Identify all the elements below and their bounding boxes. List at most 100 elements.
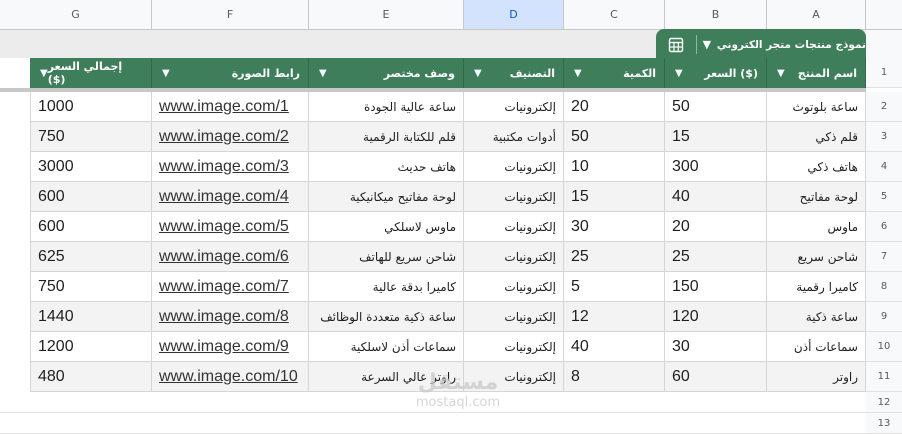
cell-qty[interactable]: 20 [564, 92, 665, 122]
cell-total[interactable]: 3000 [30, 152, 152, 182]
cell-total[interactable]: 625 [30, 242, 152, 272]
cell-image[interactable]: www.image.com/9 [152, 332, 309, 362]
column-header-a[interactable]: A [767, 0, 866, 30]
cell-image[interactable]: www.image.com/6 [152, 242, 309, 272]
cell-category[interactable]: إلكترونيات [464, 302, 564, 332]
header-cell-name[interactable]: ▼ اسم المنتج [767, 58, 866, 88]
cell-total[interactable]: 480 [30, 362, 152, 392]
column-header-g[interactable]: G [0, 0, 152, 30]
cell-name[interactable]: راوتر [767, 362, 866, 392]
cell-category[interactable]: إلكترونيات [464, 332, 564, 362]
row-header-13[interactable]: 13 [866, 413, 902, 434]
cell-category[interactable]: إلكترونيات [464, 272, 564, 302]
cell-desc[interactable]: سماعات أذن لاسلكية [309, 332, 464, 362]
cell-price[interactable]: 40 [665, 182, 767, 212]
cell-price[interactable]: 30 [665, 332, 767, 362]
cell-qty[interactable]: 15 [564, 182, 665, 212]
table-grid-icon[interactable] [656, 29, 696, 60]
cell-price[interactable]: 25 [665, 242, 767, 272]
cell-price[interactable]: 50 [665, 92, 767, 122]
row-header-10[interactable]: 10 [866, 332, 902, 362]
select-all-corner[interactable] [866, 0, 902, 30]
cell-qty[interactable]: 8 [564, 362, 665, 392]
table-name-tab[interactable]: ▼ نموذج منتجات متجر الكتروني [656, 29, 866, 60]
row-header-11[interactable]: 11 [866, 362, 902, 392]
header-cell-qty[interactable]: ▼ الكمية [564, 58, 665, 88]
cell-desc[interactable]: كاميرا بدقة عالية [309, 272, 464, 302]
cell-total[interactable]: 600 [30, 212, 152, 242]
cell-image[interactable]: www.image.com/3 [152, 152, 309, 182]
cell-desc[interactable]: شاحن سريع للهاتف [309, 242, 464, 272]
row-header-4[interactable]: 4 [866, 152, 902, 182]
cell-image[interactable]: www.image.com/4 [152, 182, 309, 212]
cell-qty[interactable]: 5 [564, 272, 665, 302]
chevron-down-icon[interactable]: ▼ [474, 68, 482, 79]
header-cell-image[interactable]: ▼ رابط الصورة [152, 58, 309, 88]
cell-qty[interactable]: 10 [564, 152, 665, 182]
cell-name[interactable]: ماوس [767, 212, 866, 242]
cell-total[interactable]: 1000 [30, 92, 152, 122]
column-header-e[interactable]: E [309, 0, 464, 30]
chevron-down-icon[interactable]: ▼ [319, 68, 327, 79]
cell-qty[interactable]: 25 [564, 242, 665, 272]
cell-name[interactable]: سماعات أذن [767, 332, 866, 362]
cell-image[interactable]: www.image.com/8 [152, 302, 309, 332]
cell-name[interactable]: قلم ذكي [767, 122, 866, 152]
cell-qty[interactable]: 40 [564, 332, 665, 362]
cell-total[interactable]: 600 [30, 182, 152, 212]
cell-total[interactable]: 1200 [30, 332, 152, 362]
cell-category[interactable]: أدوات مكتبية [464, 122, 564, 152]
cell-qty[interactable]: 12 [564, 302, 665, 332]
cell-total[interactable]: 1440 [30, 302, 152, 332]
chevron-down-icon[interactable]: ▼ [697, 38, 717, 51]
chevron-down-icon[interactable]: ▼ [675, 68, 683, 79]
cell-price[interactable]: 15 [665, 122, 767, 152]
chevron-down-icon[interactable]: ▼ [40, 68, 48, 79]
header-cell-price[interactable]: ▼ السعر ($) [665, 58, 767, 88]
cell-category[interactable]: إلكترونيات [464, 182, 564, 212]
header-cell-desc[interactable]: ▼ وصف مختصر [309, 58, 464, 88]
chevron-down-icon[interactable]: ▼ [574, 68, 582, 79]
chevron-down-icon[interactable]: ▼ [162, 68, 170, 79]
row-header-12[interactable]: 12 [866, 392, 902, 413]
cell-desc[interactable]: قلم للكتابة الرقمية [309, 122, 464, 152]
cell-image[interactable]: www.image.com/7 [152, 272, 309, 302]
column-header-d[interactable]: D [464, 0, 564, 30]
cell-image[interactable]: www.image.com/1 [152, 92, 309, 122]
column-header-c[interactable]: C [564, 0, 665, 30]
row-header-8[interactable]: 8 [866, 272, 902, 302]
cell-name[interactable]: ساعة ذكية [767, 302, 866, 332]
cell-desc[interactable]: لوحة مفاتيح ميكانيكية [309, 182, 464, 212]
cell-image[interactable]: www.image.com/2 [152, 122, 309, 152]
cell-desc[interactable]: ساعة عالية الجودة [309, 92, 464, 122]
cell-name[interactable]: شاحن سريع [767, 242, 866, 272]
cell-qty[interactable]: 50 [564, 122, 665, 152]
cell-price[interactable]: 150 [665, 272, 767, 302]
row-header-1[interactable]: 1 [866, 58, 902, 88]
cell-name[interactable]: كاميرا رقمية [767, 272, 866, 302]
cell-desc[interactable]: هاتف حديث [309, 152, 464, 182]
row-header-7[interactable]: 7 [866, 242, 902, 272]
cell-price[interactable]: 60 [665, 362, 767, 392]
column-header-b[interactable]: B [665, 0, 767, 30]
cell-category[interactable]: إلكترونيات [464, 242, 564, 272]
cell-price[interactable]: 300 [665, 152, 767, 182]
cell-name[interactable]: هاتف ذكي [767, 152, 866, 182]
cell-category[interactable]: إلكترونيات [464, 212, 564, 242]
header-cell-category[interactable]: ▼ التصنيف [464, 58, 564, 88]
row-header-2[interactable]: 2 [866, 92, 902, 122]
cell-desc[interactable]: ساعة ذكية متعددة الوظائف [309, 302, 464, 332]
cell-desc[interactable]: ماوس لاسلكي [309, 212, 464, 242]
chevron-down-icon[interactable]: ▼ [777, 68, 785, 79]
cell-price[interactable]: 20 [665, 212, 767, 242]
cell-total[interactable]: 750 [30, 122, 152, 152]
column-header-f[interactable]: F [152, 0, 309, 30]
cell-category[interactable]: إلكترونيات [464, 92, 564, 122]
cell-image[interactable]: www.image.com/5 [152, 212, 309, 242]
cell-name[interactable]: ساعة بلوتوث [767, 92, 866, 122]
row-header-3[interactable]: 3 [866, 122, 902, 152]
row-header-6[interactable]: 6 [866, 212, 902, 242]
cell-category[interactable]: إلكترونيات [464, 152, 564, 182]
cell-price[interactable]: 120 [665, 302, 767, 332]
header-cell-total[interactable]: ▼ إجمالي السعر ($) [30, 58, 152, 88]
